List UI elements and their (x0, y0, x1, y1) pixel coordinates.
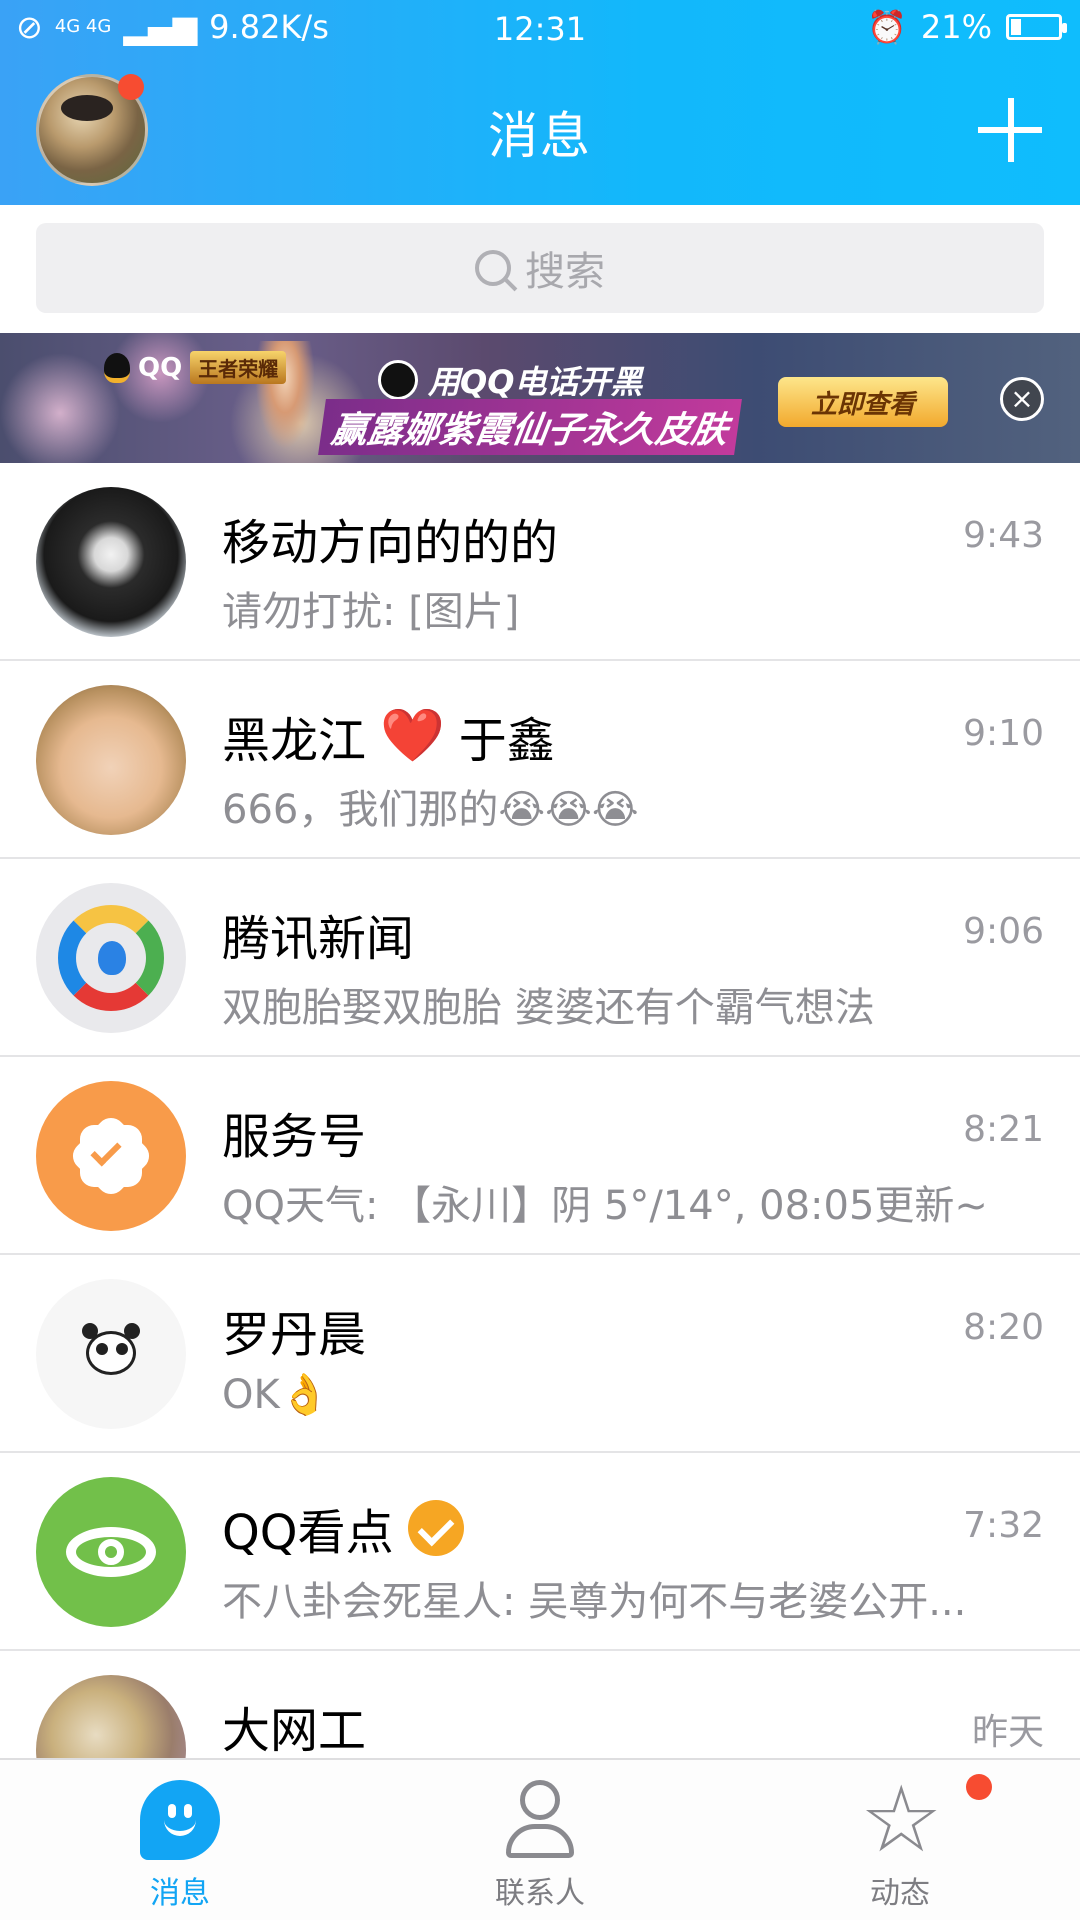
person-body (506, 1824, 574, 1858)
person-head (520, 1780, 560, 1820)
last-message: QQ天气: 【永川】阴 5°/14°, 08:05更新~ (222, 1183, 988, 1229)
bottom-tab-bar: 消息 联系人 ☆ 动态 (0, 1758, 1080, 1920)
top-header: ⊘ 4G 4G ▂▄▆ 9.82K/s 12:31 ⏰ 21% 消息 (0, 0, 1080, 205)
tab-messages[interactable]: 消息 (0, 1760, 360, 1920)
contact-avatar (36, 685, 186, 835)
status-right: ⏰ 21% (867, 8, 1067, 46)
contact-name: 服务号 (222, 1097, 366, 1167)
conversation-row[interactable]: 移动方向的的的 请勿打扰: [图片] 9:43 (0, 463, 1080, 661)
conversation-row[interactable]: QQ看点 不八卦会死星人: 吴尊为何不与老婆公开... 7:32 (0, 1453, 1080, 1651)
alarm-icon: ⏰ (867, 8, 907, 46)
battery-icon (1006, 14, 1067, 40)
game-logo-badge: 王者荣耀 (190, 351, 287, 384)
message-time: 9:43 (963, 515, 1044, 556)
service-account-icon (36, 1081, 186, 1231)
panda-avatar-icon (36, 1279, 186, 1429)
star-icon: ☆ (860, 1766, 943, 1873)
panda-eye-left (96, 1343, 108, 1355)
conversation-row[interactable]: 罗丹晨 OK👌 8:20 (0, 1255, 1080, 1453)
contact-name-text: 罗丹晨 (222, 1307, 367, 1363)
banner-brand: QQ 王者荣耀 (104, 351, 287, 384)
status-bar: ⊘ 4G 4G ▂▄▆ 9.82K/s 12:31 ⏰ 21% (0, 0, 1080, 56)
message-time: 7:32 (963, 1505, 1044, 1546)
panda-eye-right (116, 1343, 128, 1355)
panda-face (86, 1331, 136, 1375)
contact-name-text: 大网工 (222, 1703, 367, 1758)
tab-feeds[interactable]: ☆ 动态 (720, 1760, 1080, 1920)
conversation-row[interactable]: 腾讯新闻 双胞胎娶双胞胎 婆婆还有个霸气想法 9:06 (0, 859, 1080, 1057)
contact-name-suffix: 于鑫 (458, 713, 555, 769)
tab-label: 动态 (870, 1876, 930, 1911)
search-placeholder: 搜索 (525, 249, 605, 295)
last-message: 请勿打扰: [图片] (222, 589, 520, 635)
qq-penguin-icon (104, 352, 130, 383)
contact-name-text: 移动方向的的的 (222, 515, 559, 571)
message-time: 9:06 (963, 911, 1044, 952)
phone-call-icon (378, 360, 418, 400)
kandian-eye-pupil (98, 1539, 124, 1565)
contact-name-prefix: 黑龙江 (222, 713, 367, 769)
conversation-row[interactable]: 大网工 昨天 (0, 1651, 1080, 1758)
search-icon (475, 250, 511, 286)
message-time: 9:10 (963, 713, 1044, 754)
contact-name: 大网工 (222, 1691, 366, 1758)
last-message: 666，我们那的😭😭😭 (222, 787, 639, 833)
search-input[interactable]: 搜索 (36, 223, 1044, 313)
search-bar-container: 搜索 (0, 205, 1080, 333)
banner-brand-text: QQ (138, 352, 183, 383)
add-plus-button[interactable] (978, 98, 1042, 162)
last-message: 不八卦会死星人: 吴尊为何不与老婆公开... (222, 1579, 967, 1625)
conversation-row[interactable]: 服务号 QQ天气: 【永川】阴 5°/14°, 08:05更新~ 8:21 (0, 1057, 1080, 1255)
kandian-eye-icon (36, 1477, 186, 1627)
contact-avatar (36, 487, 186, 637)
contact-name: 黑龙江 ❤️ 于鑫 (222, 701, 555, 771)
tab-label: 消息 (150, 1876, 210, 1911)
battery-percent: 21% (920, 8, 992, 46)
contact-avatar (36, 1675, 186, 1758)
tab-contacts[interactable]: 联系人 (360, 1760, 720, 1920)
ad-banner[interactable]: QQ 王者荣耀 用QQ电话开黑 赢露娜紫霞仙子永久皮肤 立即查看 × (0, 333, 1080, 463)
bubble-eye-right (184, 1804, 192, 1818)
contact-name-text: 服务号 (222, 1109, 367, 1165)
conversation-list: 移动方向的的的 请勿打扰: [图片] 9:43 黑龙江 ❤️ 于鑫 666，我们… (0, 463, 1080, 1758)
heart-emoji-icon: ❤️ (380, 706, 445, 766)
contact-person-icon (500, 1780, 580, 1860)
message-time: 8:20 (963, 1307, 1044, 1348)
contact-name: 罗丹晨 (222, 1295, 366, 1365)
banner-subheadline: 赢露娜紫霞仙子永久皮肤 (318, 399, 742, 455)
feeds-notification-dot (966, 1774, 992, 1800)
message-bubble-icon (140, 1780, 220, 1860)
banner-headline: 用QQ电话开黑 (378, 357, 642, 403)
contact-name-text: QQ看点 (222, 1505, 394, 1561)
news-logo-penguin (98, 941, 126, 975)
bubble-eye-left (168, 1804, 176, 1818)
message-time: 8:21 (963, 1109, 1044, 1150)
banner-cta-button[interactable]: 立即查看 (778, 377, 948, 427)
message-time: 昨天 (971, 1712, 1044, 1753)
tab-label: 联系人 (495, 1876, 585, 1911)
last-message: 双胞胎娶双胞胎 婆婆还有个霸气想法 (222, 985, 875, 1031)
last-message: OK👌 (222, 1372, 330, 1418)
battery-fill (1011, 19, 1021, 35)
tencent-news-icon (36, 883, 186, 1033)
verified-badge-icon (407, 1500, 464, 1556)
contact-name-text: 腾讯新闻 (222, 911, 415, 967)
contact-name: 移动方向的的的 (222, 503, 558, 573)
contact-name: QQ看点 (222, 1493, 464, 1563)
bubble-smile (164, 1820, 196, 1836)
contact-name: 腾讯新闻 (222, 899, 414, 969)
banner-close-button[interactable]: × (1000, 377, 1044, 421)
conversation-row[interactable]: 黑龙江 ❤️ 于鑫 666，我们那的😭😭😭 9:10 (0, 661, 1080, 859)
banner-headline-text: 用QQ电话开黑 (428, 363, 643, 401)
page-title: 消息 (488, 107, 592, 165)
